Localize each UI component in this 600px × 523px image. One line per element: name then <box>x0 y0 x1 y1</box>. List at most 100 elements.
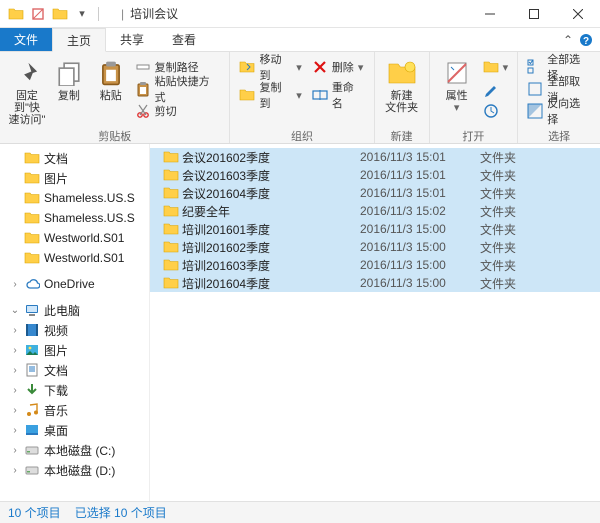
copy-to-button[interactable]: 复制到 ▾ <box>236 85 304 105</box>
invert-selection-button[interactable]: 反向选择 <box>524 101 594 121</box>
group-label-clipboard: 剪贴板 <box>6 128 223 142</box>
file-row[interactable]: 培训201601季度2016/11/3 15:00文件夹 <box>150 220 600 238</box>
disk-icon <box>24 442 40 458</box>
nav-item[interactable]: Shameless.US.S <box>0 208 149 228</box>
nav-item-label: 图片 <box>44 170 68 187</box>
copy-button[interactable]: 复制 <box>48 54 90 102</box>
file-row[interactable]: 纪要全年2016/11/3 15:02文件夹 <box>150 202 600 220</box>
folder-icon <box>24 150 40 166</box>
nav-item-label: 音乐 <box>44 402 68 419</box>
nav-item-label: 下载 <box>44 382 68 399</box>
nav-item-label: 图片 <box>44 342 68 359</box>
file-type: 文件夹 <box>480 185 550 202</box>
file-date: 2016/11/3 15:00 <box>360 276 480 290</box>
nav-item[interactable]: ›图片 <box>0 340 149 360</box>
file-date: 2016/11/3 15:00 <box>360 258 480 272</box>
nav-item-label: 视频 <box>44 322 68 339</box>
file-date: 2016/11/3 15:01 <box>360 186 480 200</box>
pin-to-quick-access-button[interactable]: 固定到"快 速访问" <box>6 54 48 126</box>
file-row[interactable]: 培训201602季度2016/11/3 15:00文件夹 <box>150 238 600 256</box>
tab-home[interactable]: 主页 <box>52 28 106 52</box>
minimize-button[interactable] <box>468 0 512 28</box>
delete-button[interactable]: 删除 ▾ <box>309 57 368 77</box>
nav-item[interactable]: Westworld.S01 <box>0 248 149 268</box>
properties-qat-icon[interactable] <box>30 6 46 22</box>
nav-item-label: 文档 <box>44 362 68 379</box>
nav-item[interactable]: Shameless.US.S <box>0 188 149 208</box>
group-label-select: 选择 <box>524 128 594 142</box>
group-label-open: 打开 <box>436 128 512 142</box>
file-row[interactable]: 会议201602季度2016/11/3 15:01文件夹 <box>150 148 600 166</box>
group-clipboard: 固定到"快 速访问" 复制 粘贴 复制路径 粘贴快捷方式 剪切 剪贴板 <box>0 52 230 143</box>
help-icon[interactable]: ? <box>578 28 600 51</box>
open-split-icon[interactable]: ▾ <box>480 57 512 77</box>
close-button[interactable] <box>556 0 600 28</box>
folder-icon <box>162 275 180 291</box>
app-icon <box>8 6 24 22</box>
pc-icon <box>24 302 40 318</box>
nav-item[interactable]: ›OneDrive <box>0 274 149 294</box>
nav-item-label: Shameless.US.S <box>44 211 135 225</box>
svg-text:?: ? <box>583 36 589 47</box>
nav-item[interactable]: ›文档 <box>0 360 149 380</box>
nav-item-label: 文档 <box>44 150 68 167</box>
new-folder-qat-icon[interactable] <box>52 6 68 22</box>
qat-overflow-icon[interactable]: ▾ <box>74 6 90 22</box>
file-row[interactable]: 会议201603季度2016/11/3 15:01文件夹 <box>150 166 600 184</box>
folder-icon <box>24 170 40 186</box>
nav-item-label: 此电脑 <box>44 302 80 319</box>
file-date: 2016/11/3 15:00 <box>360 240 480 254</box>
file-type: 文件夹 <box>480 257 550 274</box>
nav-item-label: OneDrive <box>44 277 95 291</box>
window-title: |培训会议 <box>101 5 468 22</box>
navigation-pane[interactable]: 文档图片Shameless.US.SShameless.US.SWestworl… <box>0 144 150 501</box>
nav-item[interactable]: 文档 <box>0 148 149 168</box>
nav-item-label: 本地磁盘 (D:) <box>44 462 115 479</box>
history-icon[interactable] <box>480 101 512 121</box>
cut-button[interactable]: 剪切 <box>132 101 224 121</box>
content-area: 文档图片Shameless.US.SShameless.US.SWestworl… <box>0 144 600 501</box>
file-date: 2016/11/3 15:01 <box>360 168 480 182</box>
nav-item[interactable]: 图片 <box>0 168 149 188</box>
ribbon-collapse-icon[interactable]: ⌃ <box>562 28 578 51</box>
tab-view[interactable]: 查看 <box>158 28 210 51</box>
group-new: 新建 文件夹 新建 <box>375 52 430 143</box>
nav-item-label: 本地磁盘 (C:) <box>44 442 115 459</box>
ribbon: 固定到"快 速访问" 复制 粘贴 复制路径 粘贴快捷方式 剪切 剪贴板 移动到 … <box>0 52 600 144</box>
edit-icon[interactable] <box>480 79 512 99</box>
nav-item[interactable]: ›下载 <box>0 380 149 400</box>
paste-button[interactable]: 粘贴 <box>90 54 132 102</box>
nav-item[interactable]: ›音乐 <box>0 400 149 420</box>
folder-icon <box>162 167 180 183</box>
maximize-button[interactable] <box>512 0 556 28</box>
new-folder-button[interactable]: 新建 文件夹 <box>381 54 423 114</box>
file-name: 会议201603季度 <box>180 167 360 184</box>
file-type: 文件夹 <box>480 239 550 256</box>
nav-item[interactable]: ⌄此电脑 <box>0 300 149 320</box>
nav-item[interactable]: Westworld.S01 <box>0 228 149 248</box>
file-type: 文件夹 <box>480 221 550 238</box>
file-list[interactable]: 会议201602季度2016/11/3 15:01文件夹会议201603季度20… <box>150 144 600 501</box>
paste-shortcut-button[interactable]: 粘贴快捷方式 <box>132 79 224 99</box>
file-row[interactable]: 会议201604季度2016/11/3 15:01文件夹 <box>150 184 600 202</box>
nav-item-label: Shameless.US.S <box>44 191 135 205</box>
folder-icon <box>162 239 180 255</box>
nav-item[interactable]: ›桌面 <box>0 420 149 440</box>
nav-item[interactable]: ›视频 <box>0 320 149 340</box>
rename-button[interactable]: 重命名 <box>309 85 368 105</box>
tab-file[interactable]: 文件 <box>0 28 52 51</box>
group-select: 全部选择 全部取消 反向选择 选择 <box>518 52 600 143</box>
folder-icon <box>24 250 40 266</box>
tab-share[interactable]: 共享 <box>106 28 158 51</box>
folder-icon <box>162 203 180 219</box>
file-row[interactable]: 培训201604季度2016/11/3 15:00文件夹 <box>150 274 600 292</box>
group-label-organize: 组织 <box>236 128 367 142</box>
nav-item[interactable]: ›本地磁盘 (C:) <box>0 440 149 460</box>
status-bar: 10 个项目 已选择 10 个项目 <box>0 501 600 523</box>
move-to-button[interactable]: 移动到 ▾ <box>236 57 304 77</box>
folder-icon <box>162 221 180 237</box>
properties-button[interactable]: 属性▾ <box>436 54 478 114</box>
quick-access-toolbar: ▾ <box>0 6 101 22</box>
nav-item[interactable]: ›本地磁盘 (D:) <box>0 460 149 480</box>
file-row[interactable]: 培训201603季度2016/11/3 15:00文件夹 <box>150 256 600 274</box>
